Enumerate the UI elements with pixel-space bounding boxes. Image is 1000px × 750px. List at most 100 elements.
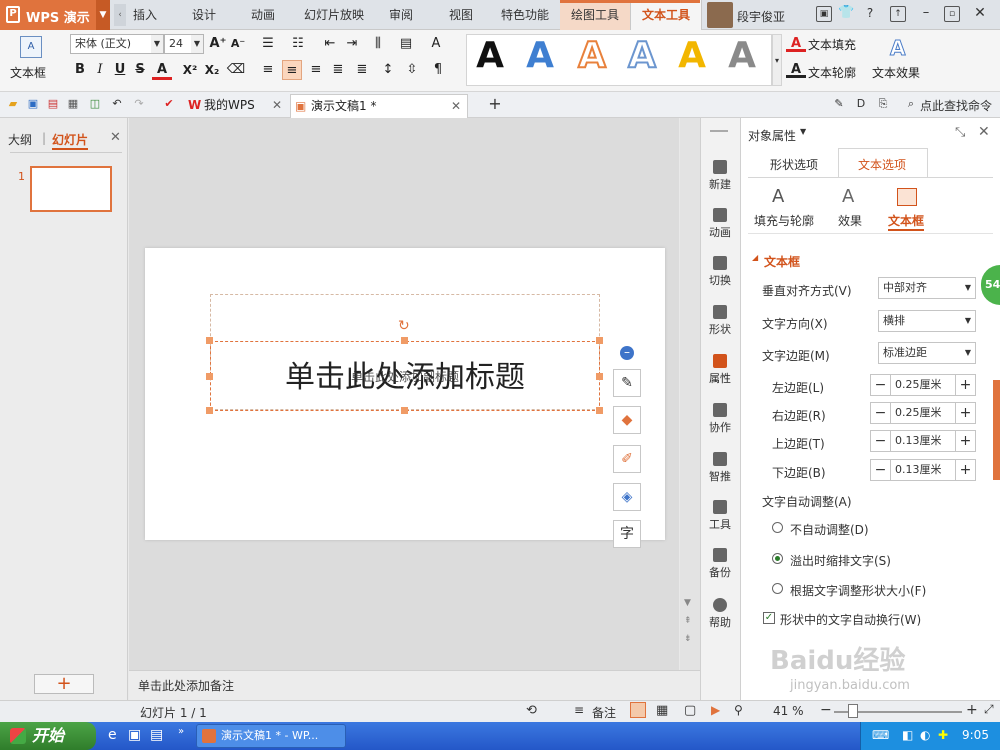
media-icon[interactable]: ▣	[128, 727, 141, 743]
font-color-button[interactable]: A	[152, 60, 172, 80]
minimize-icon[interactable]: –	[918, 6, 934, 22]
slide-subtitle-overlay[interactable]: 单击此处添加副标题	[210, 368, 600, 385]
line-spacing-icon[interactable]: ↕	[378, 60, 398, 80]
pin-icon[interactable]: ⚲	[734, 703, 743, 717]
tab-document[interactable]: ▣ 演示文稿1 * ✕	[290, 94, 468, 118]
style-black-a[interactable]: A	[470, 34, 510, 78]
tab-features[interactable]: 特色功能	[497, 0, 553, 30]
user-name[interactable]: 段宇俊亚	[737, 8, 785, 25]
panel-collapse-handle[interactable]	[993, 380, 1000, 480]
italic-button[interactable]: I	[90, 60, 110, 80]
decrement-button[interactable]: −	[871, 431, 891, 451]
decrement-button[interactable]: −	[871, 375, 891, 395]
text-wrap-icon[interactable]: 字	[613, 520, 641, 548]
dock-icon[interactable]: ⤡	[955, 125, 965, 140]
slide-thumbnail[interactable]	[30, 166, 112, 212]
tab-my-wps[interactable]: W 我的WPS ✕	[184, 94, 288, 118]
search-icon[interactable]: ⌕	[904, 97, 918, 111]
open-folder-icon[interactable]: ▰	[6, 97, 20, 111]
prev-slide-icon[interactable]: ⇞	[684, 616, 692, 626]
history-icon[interactable]: ⟲	[526, 703, 537, 718]
text-direction-icon[interactable]: A	[426, 34, 446, 54]
print-preview-icon[interactable]: ◫	[88, 97, 102, 111]
numbered-list-icon[interactable]: ☷	[288, 34, 308, 54]
left-margin-value[interactable]: 0.25厘米	[895, 375, 942, 395]
undo-icon[interactable]: ↶	[110, 97, 124, 111]
margin-select[interactable]: 标准边距 ▼	[878, 342, 976, 364]
clock[interactable]: 9:05	[962, 728, 989, 742]
clear-format-icon[interactable]: ⌫	[226, 60, 246, 80]
bold-button[interactable]: B	[70, 60, 90, 80]
tab-review[interactable]: 审阅	[385, 0, 417, 30]
align-right-icon[interactable]: ≡	[306, 60, 326, 80]
sidebar-item-properties[interactable]: 属性	[700, 354, 740, 386]
new-tab-icon[interactable]: +	[488, 96, 502, 112]
distribute-icon[interactable]: ≣	[352, 60, 372, 80]
sidebar-item-transition[interactable]: 切换	[700, 256, 740, 288]
volume-icon[interactable]: ◐	[920, 728, 930, 742]
tab-animation[interactable]: 动画	[247, 0, 279, 30]
increase-indent-icon[interactable]: ⇥	[342, 34, 362, 54]
slideshow-icon[interactable]: ▶	[711, 703, 720, 717]
tab-slideshow[interactable]: 幻灯片放映	[300, 0, 368, 30]
close-icon[interactable]: ✕	[972, 6, 988, 22]
text-effect-button[interactable]: 文本效果	[872, 64, 920, 81]
resize-handle[interactable]	[596, 407, 603, 414]
tab-drawing-tools[interactable]: 绘图工具	[560, 0, 630, 30]
sidebar-item-new[interactable]: 新建	[700, 160, 740, 192]
sidebar-item-shape[interactable]: 形状	[700, 305, 740, 337]
left-margin-stepper[interactable]: −0.25厘米 +	[870, 374, 976, 396]
help-icon[interactable]: ?	[862, 6, 878, 22]
rotate-handle-icon[interactable]: ↻	[398, 318, 410, 334]
increment-button[interactable]: +	[955, 375, 975, 395]
command-search[interactable]: 点此查找命令	[920, 97, 992, 114]
notes-toggle-button[interactable]: 备注	[592, 704, 616, 721]
justify-icon[interactable]: ≣	[328, 60, 348, 80]
sidebar-item-recommend[interactable]: 智推	[700, 452, 740, 484]
save-icon[interactable]: ▣	[26, 97, 40, 111]
tab-outline[interactable]: 大纲	[8, 131, 32, 148]
sidebar-item-help[interactable]: 帮助	[700, 598, 740, 630]
tool-icon[interactable]: ✎	[832, 97, 846, 111]
textbox-button[interactable]: 文本框	[10, 64, 46, 81]
tab-text-options[interactable]: 文本选项	[858, 156, 906, 173]
decrement-button[interactable]: −	[871, 460, 891, 480]
column-icon[interactable]: ⫼	[368, 34, 388, 54]
ie-icon[interactable]: e	[108, 727, 117, 743]
radio-no-autofit[interactable]	[772, 522, 783, 533]
strikethrough-button[interactable]: S	[130, 60, 150, 80]
tab-shape-options[interactable]: 形状选项	[770, 156, 818, 173]
text-fill-button[interactable]: 文本填充	[808, 36, 856, 53]
paragraph-spacing-icon[interactable]: ⇳	[402, 60, 422, 80]
sorter-view-icon[interactable]: ▦	[656, 703, 668, 718]
radio-shrink-on-overflow[interactable]	[772, 553, 783, 564]
zoom-out-icon[interactable]: −	[820, 702, 832, 718]
redo-icon[interactable]: ↷	[132, 97, 146, 111]
subtab-effect[interactable]: 效果	[838, 212, 862, 229]
export-pdf-icon[interactable]: ▤	[46, 97, 60, 111]
chevron-down-icon[interactable]: ▼	[96, 0, 110, 30]
subscript-button[interactable]: X₂	[202, 60, 222, 80]
style-orange-outline-a[interactable]: A	[572, 34, 612, 78]
bottom-margin-stepper[interactable]: −0.13厘米 +	[870, 459, 976, 481]
wrap-checkbox-label[interactable]: 形状中的文字自动换行(W)	[780, 611, 921, 628]
wps-app-menu-button[interactable]: P WPS 演示 ▼	[0, 0, 110, 30]
skin-icon[interactable]: ▣	[816, 6, 832, 22]
tab-scroll-left-button[interactable]: ‹	[114, 4, 126, 26]
notes-placeholder[interactable]: 单击此处添加备注	[138, 677, 234, 694]
notes-icon[interactable]: ≡	[574, 703, 584, 717]
restore-window-icon[interactable]: ↑	[890, 6, 906, 22]
section-collapse-icon[interactable]: ◢	[752, 253, 758, 262]
zoom-in-icon[interactable]: +	[966, 702, 978, 718]
close-icon[interactable]: ✕	[978, 124, 990, 140]
close-icon[interactable]: ✕	[451, 95, 461, 117]
radio-shrink-label[interactable]: 溢出时缩排文字(S)	[790, 552, 891, 569]
collapse-icon[interactable]: –	[620, 346, 634, 360]
font-size-select[interactable]: 24 ▼	[164, 34, 204, 54]
textbox-icon[interactable]: A	[20, 36, 42, 58]
zoom-level[interactable]: 41 %	[773, 704, 804, 718]
pin-icon[interactable]: ✔	[162, 97, 176, 111]
reading-view-icon[interactable]: ▢	[684, 703, 696, 718]
style-yellow-a[interactable]: A	[672, 34, 712, 78]
shirt-icon[interactable]: 👕	[838, 6, 854, 22]
